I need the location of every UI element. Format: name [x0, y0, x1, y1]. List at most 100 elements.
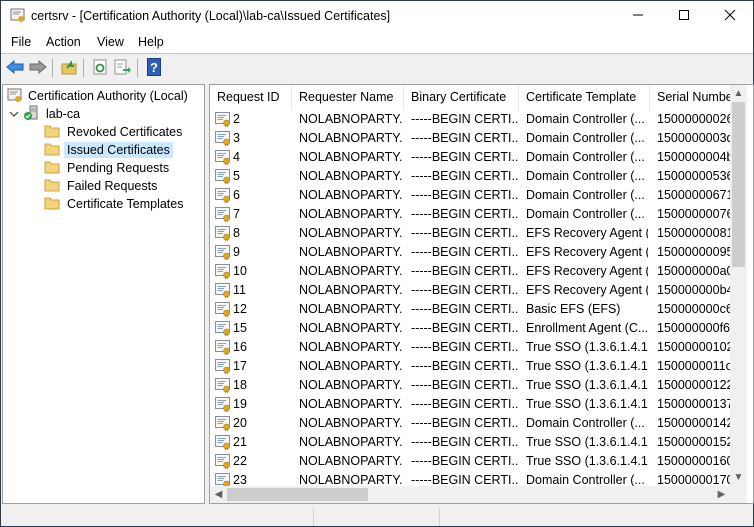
horizontal-scrollbar[interactable]: ◀ ▶ [210, 486, 730, 503]
certificate-icon [215, 207, 231, 222]
cell-requester-name: NOLABNOPARTY... [299, 169, 403, 183]
column-header-serial-number[interactable]: Serial Number [650, 85, 740, 110]
table-row[interactable]: 18 NOLABNOPARTY... -----BEGIN CERTI... True… [210, 376, 730, 395]
menu-view[interactable]: View [97, 35, 124, 49]
help-button[interactable]: ? [144, 57, 164, 78]
table-row[interactable]: 15 NOLABNOPARTY... -----BEGIN CERTI... Enro… [210, 319, 730, 338]
cell-certificate-template: Domain Controller (... [526, 112, 645, 126]
menu-action[interactable]: Action [46, 35, 81, 49]
cell-certificate-template: Basic EFS (EFS) [526, 302, 621, 316]
scroll-down-arrow-icon[interactable]: ▼ [730, 469, 747, 486]
cell-serial-number: 1500000002643 [657, 112, 730, 126]
cell-requester-name: NOLABNOPARTY... [299, 112, 403, 126]
cell-certificate-template: EFS Recovery Agent (... [526, 264, 648, 278]
cell-binary-certificate: -----BEGIN CERTI... [411, 226, 519, 240]
tree-item-issued-certificates[interactable]: Issued Certificates [44, 141, 173, 159]
certificate-icon [215, 169, 231, 184]
cell-requester-name: NOLABNOPARTY... [299, 188, 403, 202]
minimize-button[interactable] [615, 1, 661, 32]
cell-serial-number: 150000000c68a [657, 302, 730, 316]
table-row[interactable]: 9 NOLABNOPARTY... -----BEGIN CERTI... EFS R… [210, 243, 730, 262]
certificate-icon [215, 378, 231, 393]
certificate-icon [215, 359, 231, 374]
column-header-requester-name[interactable]: Requester Name [292, 85, 404, 110]
horizontal-scroll-thumb[interactable] [227, 488, 368, 501]
tree-item-label: Certification Authority (Local) [28, 89, 188, 103]
toolbar-separator [83, 59, 84, 77]
table-row[interactable]: 11 NOLABNOPARTY... -----BEGIN CERTI... EFS … [210, 281, 730, 300]
column-header-request-id[interactable]: Request ID [210, 85, 292, 110]
table-row[interactable]: 16 NOLABNOPARTY... -----BEGIN CERTI... True… [210, 338, 730, 357]
refresh-icon [92, 59, 108, 78]
cell-binary-certificate: -----BEGIN CERTI... [411, 397, 519, 411]
back-button[interactable] [5, 58, 25, 78]
table-row[interactable]: 19 NOLABNOPARTY... -----BEGIN CERTI... True… [210, 395, 730, 414]
up-one-level-button[interactable] [59, 58, 79, 78]
table-row[interactable]: 7 NOLABNOPARTY... -----BEGIN CERTI... Domai… [210, 205, 730, 224]
cell-requester-name: NOLABNOPARTY... [299, 416, 403, 430]
tree-item-lab-ca[interactable]: lab-ca [9, 105, 83, 123]
cell-certificate-template: True SSO (1.3.6.1.4.1.... [526, 378, 648, 392]
column-header-binary-certificate[interactable]: Binary Certificate [404, 85, 519, 110]
table-row[interactable]: 4 NOLABNOPARTY... -----BEGIN CERTI... Domai… [210, 148, 730, 167]
close-button[interactable] [707, 1, 753, 32]
cell-serial-number: 15000000536e [657, 169, 730, 183]
scroll-up-arrow-icon[interactable]: ▲ [730, 85, 747, 102]
table-row[interactable]: 22 NOLABNOPARTY... -----BEGIN CERTI... True… [210, 452, 730, 471]
tree-item-pending-requests[interactable]: Pending Requests [44, 159, 172, 177]
tree-item-certificate-templates[interactable]: Certificate Templates [44, 195, 187, 213]
menu-file[interactable]: File [11, 35, 31, 49]
cell-serial-number: 1500000014216 [657, 416, 730, 430]
tree-item-failed-requests[interactable]: Failed Requests [44, 177, 160, 195]
cell-request-id: 18 [233, 378, 247, 392]
table-row[interactable]: 2 NOLABNOPARTY... -----BEGIN CERTI... Domai… [210, 110, 730, 129]
tree-item-revoked-certificates[interactable]: Revoked Certificates [44, 123, 185, 141]
cell-request-id: 17 [233, 359, 247, 373]
cell-serial-number: 150000000b43e [657, 283, 730, 297]
cell-certificate-template: EFS Recovery Agent (... [526, 283, 648, 297]
cell-certificate-template: True SSO (1.3.6.1.4.1.... [526, 454, 648, 468]
tree-item-label: lab-ca [46, 107, 81, 121]
cell-serial-number: 1500000007674 [657, 207, 730, 221]
table-row[interactable]: 20 NOLABNOPARTY... -----BEGIN CERTI... Doma… [210, 414, 730, 433]
cell-certificate-template: True SSO (1.3.6.1.4.1.... [526, 435, 648, 449]
table-row[interactable]: 6 NOLABNOPARTY... -----BEGIN CERTI... Domai… [210, 186, 730, 205]
results-list: Request ID Requester Name Binary Certifi… [209, 84, 754, 504]
menu-help[interactable]: Help [138, 35, 164, 49]
column-header-certificate-template[interactable]: Certificate Template [519, 85, 650, 110]
certificate-authority-icon [7, 87, 25, 106]
maximize-button[interactable] [661, 1, 707, 32]
table-row[interactable]: 21 NOLABNOPARTY... -----BEGIN CERTI... True… [210, 433, 730, 452]
cell-serial-number: 1500000004bd. [657, 150, 730, 164]
refresh-button[interactable] [90, 58, 110, 78]
cell-certificate-template: Domain Controller (... [526, 150, 645, 164]
certificate-icon [215, 226, 231, 241]
table-row[interactable]: 8 NOLABNOPARTY... -----BEGIN CERTI... EFS R… [210, 224, 730, 243]
certsrv-app-icon [10, 8, 26, 24]
table-row[interactable]: 12 NOLABNOPARTY... -----BEGIN CERTI... Basi… [210, 300, 730, 319]
chevron-down-icon[interactable] [9, 107, 23, 121]
table-row[interactable]: 3 NOLABNOPARTY... -----BEGIN CERTI... Domai… [210, 129, 730, 148]
scroll-left-arrow-icon[interactable]: ◀ [210, 486, 227, 503]
tree-item-certification-authority[interactable]: Certification Authority (Local) [7, 87, 191, 105]
table-row[interactable]: 17 NOLABNOPARTY... -----BEGIN CERTI... True… [210, 357, 730, 376]
table-row[interactable]: 5 NOLABNOPARTY... -----BEGIN CERTI... Domai… [210, 167, 730, 186]
export-list-button[interactable] [113, 58, 133, 78]
close-icon [724, 9, 736, 24]
cell-serial-number: 1500000012274 [657, 378, 730, 392]
table-row[interactable]: 10 NOLABNOPARTY... -----BEGIN CERTI... EFS … [210, 262, 730, 281]
cell-request-id: 19 [233, 397, 247, 411]
cell-certificate-template: Domain Controller (... [526, 169, 645, 183]
vertical-scroll-thumb[interactable] [732, 102, 745, 267]
certificate-icon [215, 264, 231, 279]
certificate-icon [215, 397, 231, 412]
certificate-icon [215, 454, 231, 469]
forward-button[interactable] [28, 58, 48, 78]
tree-item-label: Failed Requests [67, 179, 158, 193]
cell-serial-number: 150000001025b [657, 340, 730, 354]
vertical-scrollbar[interactable]: ▲ ▼ [730, 85, 747, 486]
scroll-right-arrow-icon[interactable]: ▶ [713, 486, 730, 503]
maximize-icon [678, 9, 690, 24]
cell-requester-name: NOLABNOPARTY... [299, 359, 403, 373]
cell-certificate-template: EFS Recovery Agent (... [526, 245, 648, 259]
